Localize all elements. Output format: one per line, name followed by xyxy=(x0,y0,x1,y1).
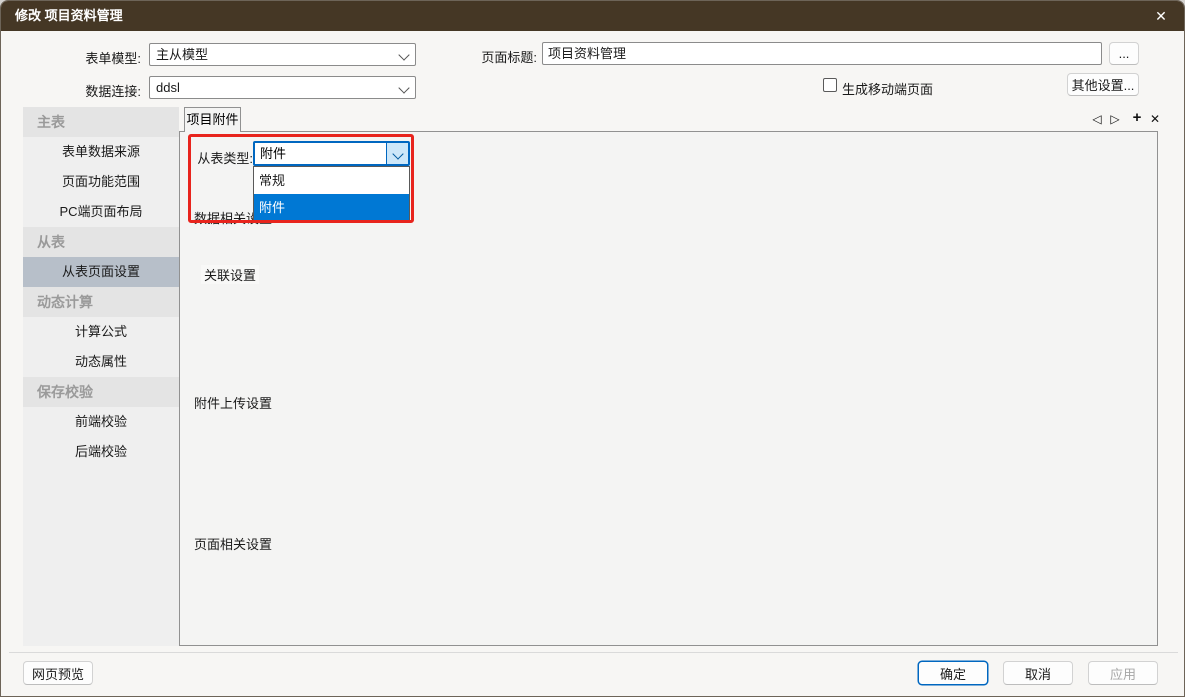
page-title-more-button[interactable]: ... xyxy=(1109,42,1139,65)
tab-add-icon[interactable]: + xyxy=(1129,109,1145,127)
page-title-input[interactable]: 项目资料管理 xyxy=(542,42,1102,65)
data-connection-select[interactable]: ddsl xyxy=(149,76,416,99)
other-settings-button[interactable]: 其他设置... xyxy=(1067,73,1139,96)
data-connection-label: 数据连接: xyxy=(61,81,141,100)
web-preview-button[interactable]: 网页预览 xyxy=(23,661,93,685)
cancel-button[interactable]: 取消 xyxy=(1003,661,1073,685)
form-model-select[interactable]: 主从模型 xyxy=(149,43,416,66)
mobile-page-checkbox[interactable] xyxy=(823,78,837,92)
subtable-type-label: 从表类型: xyxy=(193,148,253,167)
close-icon[interactable]: ✕ xyxy=(1141,1,1181,31)
tab-scroll-left-icon[interactable]: ◁ xyxy=(1089,110,1105,128)
tab-close-icon[interactable]: ✕ xyxy=(1147,110,1163,128)
form-model-label: 表单模型: xyxy=(61,48,141,67)
sidebar-item-frontend-validation[interactable]: 前端校验 xyxy=(23,407,179,437)
sidebar-item-subtable-page-settings[interactable]: 从表页面设置 xyxy=(23,257,179,287)
combo-dropdown-zone[interactable] xyxy=(386,143,408,164)
dropdown-option-normal[interactable]: 常规 xyxy=(254,167,409,194)
dropdown-option-attachment[interactable]: 附件 xyxy=(254,194,409,221)
sidebar-section-save-validation: 保存校验 xyxy=(23,377,179,407)
data-connection-value: ddsl xyxy=(156,77,180,98)
subtable-type-dropdown-list: 常规 附件 xyxy=(253,166,410,221)
sidebar-item-form-data-source[interactable]: 表单数据来源 xyxy=(23,137,179,167)
title-bar: 修改 项目资料管理 ✕ xyxy=(1,1,1184,31)
group-page-related-title: 页面相关设置 xyxy=(191,534,275,553)
sidebar-item-page-function-scope[interactable]: 页面功能范围 xyxy=(23,167,179,197)
chevron-down-icon xyxy=(392,148,403,159)
ok-button[interactable]: 确定 xyxy=(918,661,988,685)
sidebar-section-main-table: 主表 xyxy=(23,107,179,137)
group-relation-title: 关联设置 xyxy=(201,265,259,284)
sidebar-item-calc-formula[interactable]: 计算公式 xyxy=(23,317,179,347)
tab-project-attachment[interactable]: 项目附件 xyxy=(184,107,241,132)
subtable-type-select[interactable]: 附件 xyxy=(253,141,410,166)
footer-divider xyxy=(9,652,1178,653)
sidebar-section-sub-table: 从表 xyxy=(23,227,179,257)
chevron-down-icon xyxy=(398,49,409,60)
sidebar-item-backend-validation[interactable]: 后端校验 xyxy=(23,437,179,467)
sidebar: 主表 表单数据来源 页面功能范围 PC端页面布局 从表 从表页面设置 动态计算 … xyxy=(23,107,179,646)
subtable-type-value: 附件 xyxy=(260,143,286,164)
window-title: 修改 项目资料管理 xyxy=(15,1,123,31)
chevron-down-icon xyxy=(398,82,409,93)
tab-scroll-right-icon[interactable]: ▷ xyxy=(1107,110,1123,128)
sidebar-item-dynamic-attr[interactable]: 动态属性 xyxy=(23,347,179,377)
apply-button: 应用 xyxy=(1088,661,1158,685)
group-upload-title: 附件上传设置 xyxy=(191,393,275,412)
mobile-page-checkbox-label: 生成移动端页面 xyxy=(842,79,933,98)
sidebar-item-pc-page-layout[interactable]: PC端页面布局 xyxy=(23,197,179,227)
sidebar-section-dynamic-calc: 动态计算 xyxy=(23,287,179,317)
page-title-label: 页面标题: xyxy=(461,47,537,66)
form-model-value: 主从模型 xyxy=(156,44,208,65)
dialog-window: 修改 项目资料管理 ✕ 表单模型: 主从模型 数据连接: ddsl 页面标题: … xyxy=(0,0,1185,697)
